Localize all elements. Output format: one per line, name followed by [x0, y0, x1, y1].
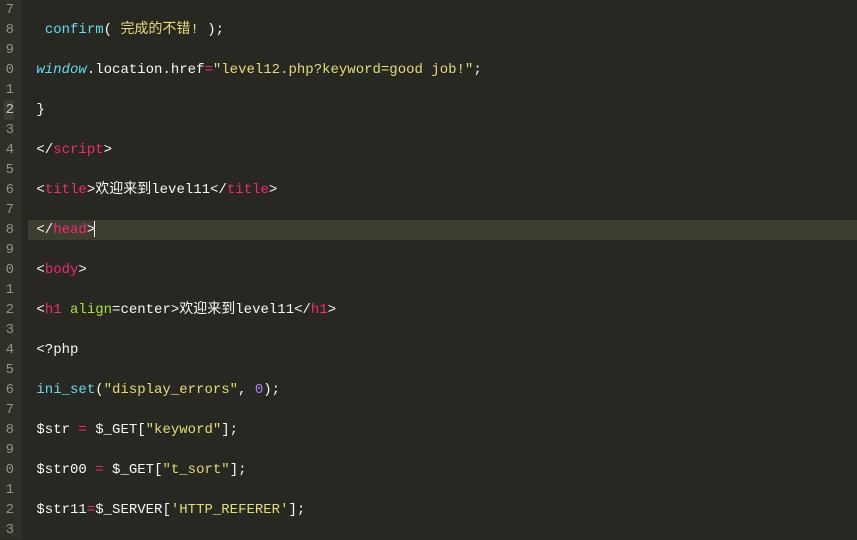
- line-number: 9: [4, 40, 14, 60]
- code-line[interactable]: <?php: [28, 340, 857, 360]
- line-number: 1: [4, 80, 14, 100]
- line-number: 8: [4, 420, 14, 440]
- line-number: 0: [4, 60, 14, 80]
- code-line[interactable]: </head>: [28, 220, 857, 240]
- line-number: 2: [4, 500, 14, 520]
- line-number: 5: [4, 160, 14, 180]
- line-number: 9: [4, 440, 14, 460]
- line-number-gutter: 789012345678901234567890123: [0, 0, 22, 539]
- line-number: 1: [4, 480, 14, 500]
- code-line[interactable]: $str = $_GET["keyword"];: [28, 420, 857, 440]
- line-number: 0: [4, 260, 14, 280]
- line-number: 3: [4, 320, 14, 340]
- code-editor-area[interactable]: confirm( 完成的不错! ); window.location.href=…: [22, 0, 857, 539]
- code-line[interactable]: $str00 = $_GET["t_sort"];: [28, 460, 857, 480]
- code-line[interactable]: <title>欢迎来到level11</title>: [28, 180, 857, 200]
- code-line[interactable]: <body>: [28, 260, 857, 280]
- code-line[interactable]: }: [28, 100, 857, 120]
- line-number: 3: [4, 120, 14, 140]
- line-number: 3: [4, 520, 14, 540]
- line-number: 7: [4, 400, 14, 420]
- line-number: 2: [4, 100, 14, 120]
- code-line[interactable]: </script>: [28, 140, 857, 160]
- code-line[interactable]: confirm( 完成的不错! );: [28, 20, 857, 40]
- line-number: 5: [4, 360, 14, 380]
- code-line[interactable]: window.location.href="level12.php?keywor…: [28, 60, 857, 80]
- line-number: 7: [4, 0, 14, 20]
- line-number: 8: [4, 220, 14, 240]
- line-number: 2: [4, 300, 14, 320]
- line-number: 0: [4, 460, 14, 480]
- code-line[interactable]: <h1 align=center>欢迎来到level11</h1>: [28, 300, 857, 320]
- text-cursor: [94, 221, 95, 237]
- line-number: 9: [4, 240, 14, 260]
- code-line[interactable]: ini_set("display_errors", 0);: [28, 380, 857, 400]
- line-number: 6: [4, 180, 14, 200]
- line-number: 7: [4, 200, 14, 220]
- line-number: 4: [4, 140, 14, 160]
- line-number: 8: [4, 20, 14, 40]
- line-number: 4: [4, 340, 14, 360]
- line-number: 6: [4, 380, 14, 400]
- line-number: 1: [4, 280, 14, 300]
- code-line[interactable]: $str11=$_SERVER['HTTP_REFERER'];: [28, 500, 857, 520]
